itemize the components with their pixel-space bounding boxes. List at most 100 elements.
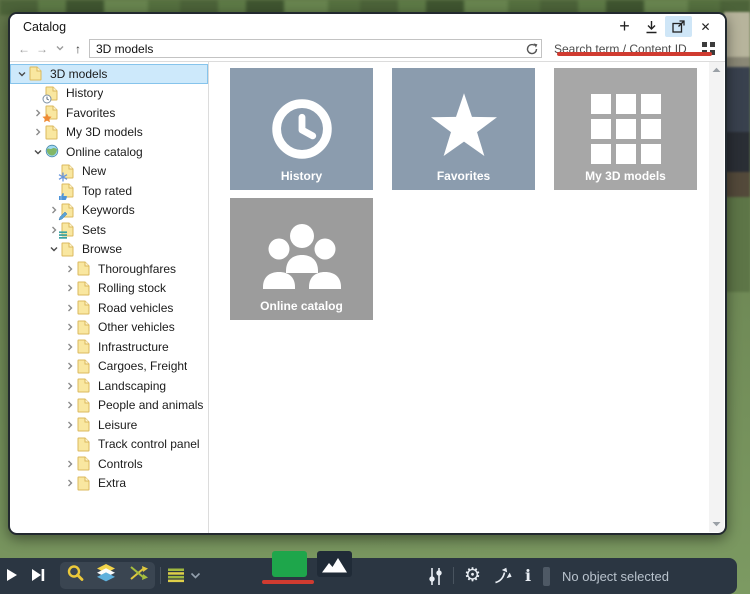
expander-icon[interactable]	[30, 127, 45, 137]
tree-item-sets[interactable]: Sets	[10, 220, 208, 240]
tree-item-track-control-panel[interactable]: Track control panel	[10, 435, 208, 455]
chevron-down-icon	[56, 45, 64, 50]
up-button[interactable]: ↑	[69, 42, 87, 56]
window-body: 3D models History Favorites My 3D models Onl…	[10, 62, 725, 533]
toolbar-handle[interactable]	[543, 567, 550, 586]
tree-item-keywords[interactable]: Keywords	[10, 201, 208, 221]
tile-my-3d-models[interactable]: My 3D models	[554, 68, 697, 190]
chevron-right-icon	[67, 323, 72, 331]
folder-icon	[61, 242, 77, 257]
chevron-right-icon	[67, 401, 72, 409]
tree-item-label: History	[66, 86, 104, 101]
sliders-button[interactable]	[428, 567, 443, 586]
expander-icon[interactable]	[46, 244, 61, 254]
chevron-right-icon	[51, 206, 56, 214]
tile-label: Favorites	[436, 169, 491, 183]
list-dropdown-button[interactable]	[190, 572, 201, 580]
tree-item-landscaping[interactable]: Landscaping	[10, 376, 208, 396]
catalog-tree: 3D models History Favorites My 3D models Onl…	[10, 62, 209, 533]
tree-item-infrastructure[interactable]: Infrastructure	[10, 337, 208, 357]
path-input[interactable]	[90, 41, 523, 56]
refresh-button[interactable]	[523, 42, 541, 55]
folder-icon	[77, 339, 93, 354]
popout-button[interactable]	[665, 16, 692, 37]
switch-icon	[495, 567, 512, 584]
expander-icon[interactable]	[14, 69, 29, 79]
folder-icon	[77, 300, 93, 315]
expander-icon[interactable]	[62, 478, 77, 488]
scroll-down-arrow[interactable]	[709, 517, 724, 531]
tree-item-top-rated[interactable]: Top rated	[10, 181, 208, 201]
tree-item-controls[interactable]: Controls	[10, 454, 208, 474]
info-button[interactable]: i	[525, 566, 531, 585]
settings-button[interactable]: ⚙	[464, 566, 481, 585]
mix-button[interactable]	[129, 565, 149, 586]
download-icon	[646, 20, 657, 33]
tree-item-favorites[interactable]: Favorites	[10, 103, 208, 123]
download-button[interactable]	[638, 16, 665, 37]
tree-item-other-vehicles[interactable]: Other vehicles	[10, 318, 208, 338]
tree-item-history[interactable]: History	[10, 84, 208, 104]
tree-item-label: Landscaping	[98, 378, 167, 393]
tile-label: Online catalog	[260, 299, 343, 313]
annotation-underline-search	[557, 52, 712, 56]
tree-item-my-3d-models[interactable]: My 3D models	[10, 123, 208, 143]
expander-icon[interactable]	[30, 147, 45, 157]
expander-icon[interactable]	[62, 342, 77, 352]
clock-badge-icon	[42, 93, 52, 104]
tree-item-leisure[interactable]: Leisure	[10, 415, 208, 435]
tree-item-new[interactable]: New	[10, 162, 208, 182]
magnifier-button[interactable]	[66, 564, 84, 587]
tree-item-rolling-stock[interactable]: Rolling stock	[10, 279, 208, 299]
folder-icon	[77, 320, 93, 335]
tree-item-road-vehicles[interactable]: Road vehicles	[10, 298, 208, 318]
play-button[interactable]	[6, 568, 18, 582]
chevron-right-icon	[67, 284, 72, 292]
terrain-view-button[interactable]	[317, 551, 352, 577]
folder-icon	[77, 281, 93, 296]
expander-icon[interactable]	[62, 264, 77, 274]
tree-item-people-and-animals[interactable]: People and animals	[10, 396, 208, 416]
tile-favorites[interactable]: Favorites	[392, 68, 535, 190]
expander-icon[interactable]	[62, 303, 77, 313]
forward-button[interactable]: →	[33, 42, 51, 56]
tree-item-label: Other vehicles	[98, 320, 175, 335]
tree-item-thoroughfares[interactable]: Thoroughfares	[10, 259, 208, 279]
tree-item-online-catalog[interactable]: Online catalog	[10, 142, 208, 162]
scroll-up-arrow[interactable]	[709, 63, 724, 77]
tile-online-catalog[interactable]: Online catalog	[230, 198, 373, 320]
expander-icon[interactable]	[62, 381, 77, 391]
tile-label: My 3D models	[585, 169, 666, 183]
tree-item-extra[interactable]: Extra	[10, 474, 208, 494]
layers-button[interactable]	[96, 564, 116, 587]
tree-item-cargoes-freight[interactable]: Cargoes, Freight	[10, 357, 208, 377]
tile-area: History Favorites My 3D models Online catal…	[209, 62, 725, 533]
switch-routes-button[interactable]	[494, 567, 513, 584]
skip-button[interactable]	[31, 568, 45, 582]
tree-item-label: Leisure	[98, 417, 138, 432]
folder-thumb-icon	[59, 183, 77, 201]
navigation-bar: ← → ↑	[10, 39, 725, 62]
tree-item-3d-models[interactable]: 3D models	[10, 64, 208, 84]
expander-icon[interactable]	[62, 322, 77, 332]
back-button[interactable]: ←	[15, 42, 33, 56]
folder-icon	[77, 398, 93, 413]
tree-item-label: People and animals	[98, 398, 204, 413]
close-button[interactable]: ✕	[692, 16, 719, 37]
catalog-window: Catalog + ✕ ← → ↑ 3D models History Favori…	[8, 12, 727, 535]
expander-icon[interactable]	[62, 420, 77, 430]
toolbar-separator	[160, 567, 161, 584]
expander-icon[interactable]	[62, 400, 77, 410]
expander-icon[interactable]	[62, 459, 77, 469]
tree-item-browse[interactable]: Browse	[10, 240, 208, 260]
catalog-button[interactable]	[272, 551, 307, 577]
expander-icon[interactable]	[62, 283, 77, 293]
tile-history[interactable]: History	[230, 68, 373, 190]
add-button[interactable]: +	[611, 16, 638, 37]
status-text: No object selected	[562, 568, 669, 584]
vertical-scrollbar[interactable]	[709, 62, 724, 532]
history-dropdown-button[interactable]	[51, 42, 69, 56]
sliders-icon	[429, 568, 442, 585]
expander-icon[interactable]	[62, 361, 77, 371]
object-list-button[interactable]	[168, 568, 185, 583]
